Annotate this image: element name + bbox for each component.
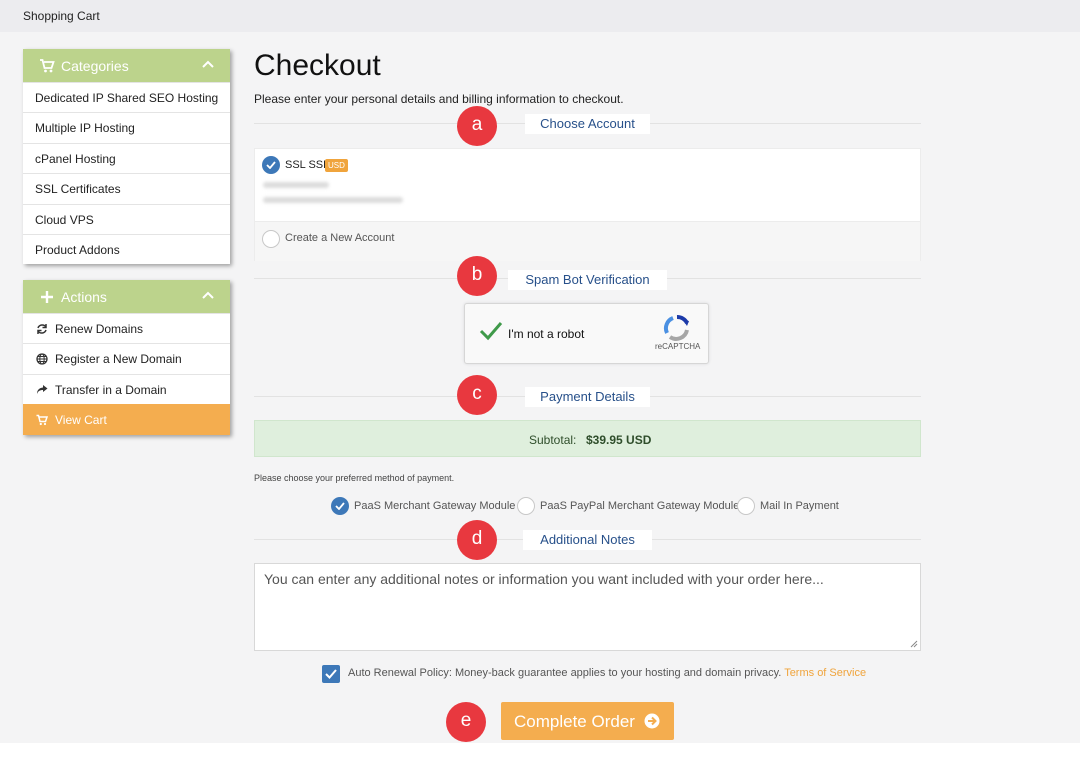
category-label: cPanel Hosting: [35, 151, 116, 166]
categories-title: Categories: [61, 58, 129, 74]
action-label: Renew Domains: [55, 322, 144, 336]
payment-option-label[interactable]: PaaS Merchant Gateway Module: [354, 500, 515, 512]
bottom-strip: [0, 743, 1080, 761]
cart-icon: [36, 414, 48, 426]
category-item[interactable]: Multiple IP Hosting: [23, 112, 230, 142]
category-label: SSL Certificates: [35, 182, 121, 197]
arrow-circle-right-icon: [644, 713, 660, 729]
subtotal-value: $39.95 USD: [586, 433, 652, 447]
account-detail-blurred: [263, 182, 329, 188]
categories-header[interactable]: Categories: [23, 49, 230, 82]
account-detail-blurred: [263, 197, 403, 203]
resize-grip-icon[interactable]: [910, 640, 918, 648]
renewal-policy-text: Auto Renewal Policy: Money-back guarante…: [348, 667, 866, 679]
actions-header[interactable]: Actions: [23, 280, 230, 313]
complete-order-button[interactable]: Complete Order: [501, 702, 674, 740]
chevron-up-icon[interactable]: [201, 290, 215, 300]
complete-order-label: Complete Order: [514, 712, 635, 731]
category-item[interactable]: Cloud VPS: [23, 203, 230, 234]
category-item[interactable]: SSL Certificates: [23, 173, 230, 203]
chevron-up-icon[interactable]: [201, 59, 215, 69]
renew-domains-link[interactable]: Renew Domains: [23, 313, 230, 343]
category-label: Dedicated IP Shared SEO Hosting: [35, 91, 219, 105]
refresh-icon: [37, 324, 47, 334]
title-bar: Shopping Cart: [0, 0, 1080, 32]
view-cart-link[interactable]: View Cart: [23, 404, 230, 435]
actions-panel: Actions Renew Domains Register a New Dom…: [23, 280, 230, 435]
marker-c: c: [457, 375, 497, 415]
payment-instruction: Please choose your preferred method of p…: [254, 473, 455, 483]
additional-notes-heading: Additional Notes: [523, 530, 652, 550]
marker-b: b: [457, 256, 497, 296]
window-title: Shopping Cart: [23, 9, 100, 23]
subtotal-box: Subtotal: $39.95 USD: [254, 420, 921, 457]
subtotal-label: Subtotal:: [529, 433, 577, 447]
category-label: Multiple IP Hosting: [35, 121, 135, 136]
payment-radio[interactable]: [517, 497, 535, 515]
marker-a: a: [457, 106, 497, 146]
payment-option-label[interactable]: PaaS PayPal Merchant Gateway Module: [540, 500, 739, 512]
payment-radio-selected[interactable]: [331, 497, 349, 515]
renewal-policy-checkbox[interactable]: [322, 665, 340, 683]
category-label: Product Addons: [35, 242, 120, 257]
categories-panel: Categories Dedicated IP Shared SEO Hosti…: [23, 49, 230, 265]
recaptcha-logo-icon: [663, 315, 689, 341]
category-item[interactable]: Product Addons: [23, 233, 230, 264]
globe-icon: [36, 353, 48, 366]
account-name: SSL SSL: [285, 159, 330, 171]
page-intro: Please enter your personal details and b…: [254, 92, 624, 106]
share-arrow-icon: [37, 384, 48, 394]
new-account-label: Create a New Account: [285, 232, 395, 244]
recaptcha-label: I'm not a robot: [508, 327, 585, 341]
payment-radio[interactable]: [737, 497, 755, 515]
notes-textarea[interactable]: You can enter any additional notes or in…: [254, 563, 921, 651]
policy-label: Auto Renewal Policy: Money-back guarante…: [348, 667, 782, 679]
action-label: Transfer in a Domain: [55, 382, 167, 397]
actions-title: Actions: [61, 289, 107, 305]
action-label: Register a New Domain: [55, 352, 182, 367]
choose-account-heading: Choose Account: [525, 114, 650, 134]
terms-of-service-link[interactable]: Terms of Service: [784, 667, 866, 679]
recaptcha-brand: reCAPTCHA: [655, 342, 701, 351]
category-item[interactable]: cPanel Hosting: [23, 142, 230, 173]
payment-option-label[interactable]: Mail In Payment: [760, 500, 839, 512]
checkmark-icon[interactable]: [479, 321, 503, 341]
account-selector: SSL SSL USD Create a New Account: [254, 148, 921, 261]
category-label: Cloud VPS: [35, 212, 94, 227]
action-label: View Cart: [55, 413, 107, 428]
currency-badge: USD: [325, 159, 348, 172]
marker-d: d: [457, 520, 497, 560]
category-item[interactable]: Dedicated IP Shared SEO Hosting: [23, 82, 230, 112]
recaptcha-widget[interactable]: I'm not a robot reCAPTCHA: [464, 303, 709, 364]
page-title: Checkout: [254, 49, 381, 82]
transfer-domain-link[interactable]: Transfer in a Domain: [23, 373, 230, 404]
payment-details-heading: Payment Details: [525, 387, 650, 407]
notes-placeholder: You can enter any additional notes or in…: [264, 571, 824, 587]
register-domain-link[interactable]: Register a New Domain: [23, 343, 230, 373]
plus-icon: [41, 291, 53, 303]
spam-verification-heading: Spam Bot Verification: [508, 270, 667, 290]
account-radio-selected[interactable]: [262, 156, 280, 174]
cart-icon: [40, 59, 55, 73]
new-account-radio[interactable]: [262, 230, 280, 248]
marker-e: e: [446, 702, 486, 742]
